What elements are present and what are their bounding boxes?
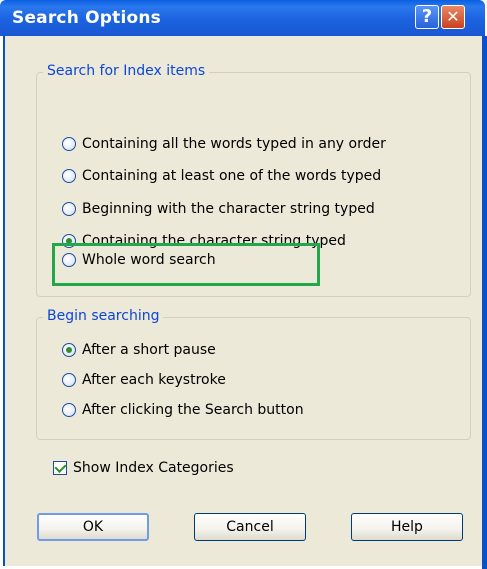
radio-label: Containing all the words typed in any or…: [82, 136, 386, 152]
show-index-categories-row[interactable]: Show Index Categories: [53, 457, 234, 479]
radio-button[interactable]: [62, 202, 76, 216]
show-index-categories-checkbox[interactable]: [53, 461, 67, 475]
title-bar[interactable]: Search Options ? ✕: [0, 0, 485, 36]
radio-after-short-pause[interactable]: After a short pause: [62, 338, 216, 362]
group-legend: Search for Index items: [43, 63, 210, 79]
radio-label: Containing at least one of the words typ…: [82, 168, 382, 184]
dialog-title: Search Options: [12, 8, 162, 28]
radio-at-least-one-word[interactable]: Containing at least one of the words typ…: [62, 164, 381, 188]
search-options-dialog: Search Options ? ✕ Search for Index item…: [0, 0, 487, 569]
radio-after-search-button[interactable]: After clicking the Search button: [62, 398, 304, 422]
radio-button[interactable]: [62, 403, 76, 417]
group-legend: Begin searching: [43, 308, 164, 324]
close-button[interactable]: ✕: [441, 5, 465, 29]
highlight-box: [52, 243, 320, 286]
radio-label: After each keystroke: [82, 372, 226, 388]
radio-all-words-any-order[interactable]: Containing all the words typed in any or…: [62, 132, 386, 156]
radio-label: Beginning with the character string type…: [82, 201, 375, 217]
ok-button[interactable]: OK: [37, 513, 149, 541]
close-icon: ✕: [446, 7, 460, 26]
window-right-border: [482, 36, 487, 569]
question-icon: ?: [421, 6, 433, 27]
radio-button-selected[interactable]: [62, 343, 76, 357]
checkbox-label: Show Index Categories: [73, 460, 234, 476]
radio-label: After clicking the Search button: [82, 402, 304, 418]
help-title-button[interactable]: ?: [415, 5, 439, 29]
radio-button[interactable]: [62, 169, 76, 183]
radio-button[interactable]: [62, 373, 76, 387]
radio-beginning-with-string[interactable]: Beginning with the character string type…: [62, 197, 375, 221]
cancel-button[interactable]: Cancel: [194, 513, 306, 541]
radio-label: After a short pause: [82, 342, 216, 358]
radio-after-each-keystroke[interactable]: After each keystroke: [62, 368, 226, 392]
help-button[interactable]: Help: [351, 513, 463, 541]
radio-button[interactable]: [62, 137, 76, 151]
